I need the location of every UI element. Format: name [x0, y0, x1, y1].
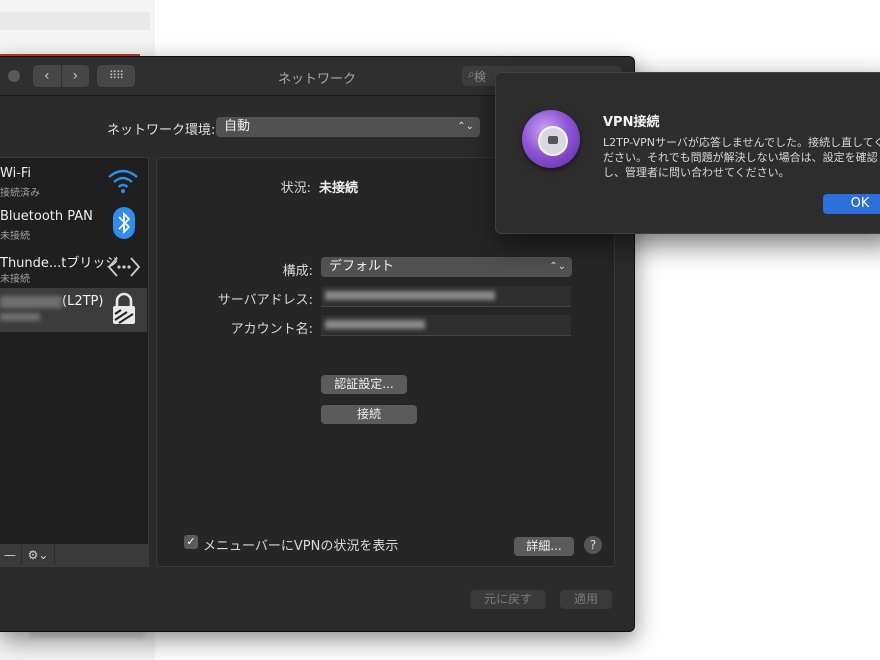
status-label: 状況:: [280, 181, 311, 196]
service-status-redacted: [0, 312, 40, 323]
service-name: (L2TP): [0, 294, 103, 309]
footer-spacer: [55, 545, 148, 565]
service-name: Thunde...tブリッジ: [0, 256, 119, 271]
apply-button[interactable]: 適用: [560, 590, 612, 609]
service-item-thunderbolt-bridge[interactable]: Thunde...tブリッジ 未接続: [0, 246, 147, 288]
service-item-vpn-l2tp[interactable]: (L2TP): [0, 288, 147, 332]
config-label: 構成:: [282, 264, 313, 279]
config-popup[interactable]: デフォルト ⌃⌄: [321, 257, 572, 277]
redacted-account-name: [325, 320, 425, 329]
advanced-button[interactable]: 詳細...: [514, 537, 574, 556]
status-value: 未接続: [319, 181, 359, 196]
service-status: 未接続: [0, 231, 30, 242]
connect-button[interactable]: 接続: [321, 405, 417, 424]
revert-button[interactable]: 元に戻す: [470, 590, 546, 609]
alert-message: L2TP-VPNサーバが応答しませんでした。接続し直してください。それでも問題が…: [603, 136, 880, 179]
gear-menu-button[interactable]: ⚙⌄: [22, 545, 55, 565]
service-list-footer: — ⚙⌄: [0, 544, 149, 566]
ok-button[interactable]: OK: [823, 194, 880, 214]
wifi-icon: [106, 166, 140, 200]
alert-title: VPN接続: [603, 115, 660, 130]
auth-settings-button[interactable]: 認証設定...: [321, 375, 407, 394]
service-item-bluetooth[interactable]: Bluetooth PAN 未接続: [0, 203, 147, 245]
vpn-lock-icon: [111, 292, 137, 330]
vpn-app-icon: [522, 110, 580, 168]
service-item-wifi[interactable]: Wi-Fi 接続済み: [0, 160, 147, 202]
show-vpn-status-label: メニューバーにVPNの状況を表示: [203, 539, 399, 554]
service-name: Bluetooth PAN: [0, 209, 93, 224]
service-list: Wi-Fi 接続済み Bluetooth PAN 未接続 Thunde...tブ…: [0, 157, 149, 567]
gear-icon: ⚙⌄: [27, 548, 49, 562]
redacted-server-address: [325, 291, 495, 300]
redacted-service-name: [0, 295, 62, 308]
help-button[interactable]: ?: [584, 536, 602, 554]
popup-arrows-icon: ⌃⌄: [549, 261, 566, 272]
location-popup[interactable]: 自動 ⌃⌄: [216, 117, 480, 137]
background-blurred-text: [0, 12, 150, 30]
popup-arrows-icon: ⌃⌄: [457, 121, 474, 132]
show-vpn-status-checkbox[interactable]: ✓: [184, 535, 198, 549]
account-name-label: アカウント名:: [230, 322, 313, 337]
remove-service-button[interactable]: —: [0, 545, 22, 565]
location-label: ネットワーク環境:: [107, 123, 216, 138]
bluetooth-icon: [113, 207, 135, 243]
location-value: 自動: [224, 119, 251, 134]
search-icon: ⌕ 検: [468, 67, 487, 84]
server-address-field[interactable]: [321, 286, 571, 307]
service-status: 接続済み: [0, 188, 40, 199]
vpn-alert-dialog: VPN接続 L2TP-VPNサーバが応答しませんでした。接続し直してください。そ…: [495, 72, 880, 234]
service-name: Wi-Fi: [0, 166, 32, 181]
service-status: 未接続: [0, 274, 30, 285]
config-value: デフォルト: [329, 259, 395, 274]
thunderbolt-bridge-icon: [107, 254, 141, 284]
server-address-label: サーバアドレス:: [217, 293, 313, 308]
account-name-field[interactable]: [321, 315, 571, 336]
